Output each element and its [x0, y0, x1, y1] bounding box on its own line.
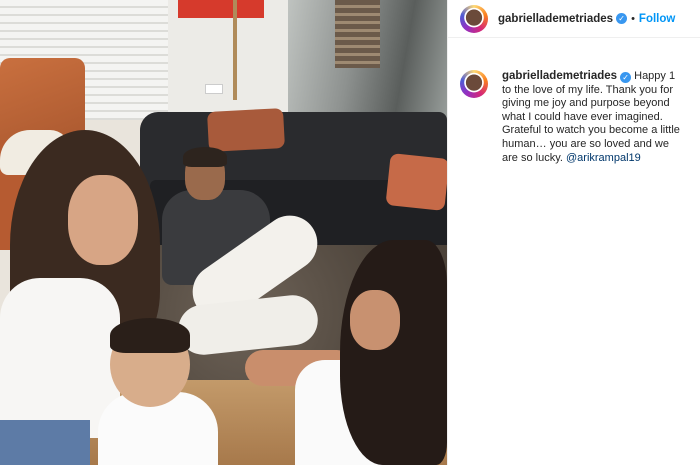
avatar[interactable]	[460, 70, 488, 98]
caption-username[interactable]: gabrielladem​etriades	[502, 70, 617, 82]
woman-right-face	[350, 290, 400, 350]
verified-badge-icon: ✓	[620, 72, 632, 84]
post-sidebar: gabrielladem​etriades ✓ • Follow gabriel…	[447, 0, 700, 465]
instagram-post: gabrielladem​etriades ✓ • Follow gabriel…	[0, 0, 700, 465]
man-hair	[183, 147, 227, 167]
woman-right-hair	[340, 240, 447, 465]
woman-left-jeans	[0, 420, 90, 465]
verified-badge-icon: ✓	[616, 13, 628, 24]
floor-lamp	[233, 0, 237, 100]
wall-outlet	[205, 84, 223, 94]
red-artwork	[178, 0, 264, 18]
bookshelf	[335, 0, 380, 68]
caption-text: Happy 1 to the love of my life. Thank yo…	[502, 70, 680, 164]
woman-left-face	[68, 175, 138, 265]
caption: gabrielladem​etriades ✓ Happy 1 to the lo…	[502, 70, 687, 165]
post-header: gabrielladem​etriades ✓ • Follow	[448, 0, 700, 38]
caption-row: gabrielladem​etriades ✓ Happy 1 to the lo…	[448, 38, 700, 165]
baby-hair	[110, 318, 190, 353]
pillow	[385, 153, 447, 211]
post-photo[interactable]	[0, 0, 447, 465]
author-username[interactable]: gabrielladem​etriades	[498, 13, 613, 25]
follow-button[interactable]: Follow	[639, 13, 675, 25]
caption-mention-link[interactable]: @arikrampal19	[566, 152, 641, 164]
avatar[interactable]	[460, 4, 488, 33]
separator-dot: •	[631, 12, 635, 25]
pillow	[207, 108, 285, 152]
